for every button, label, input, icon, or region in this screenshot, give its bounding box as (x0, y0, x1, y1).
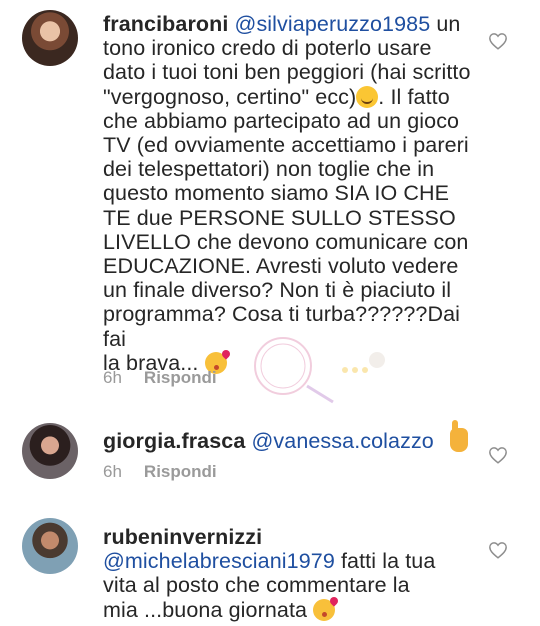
reply-button[interactable]: Rispondi (144, 368, 217, 387)
comment-text-line: TV (ed ovviamente accettiamo i pareri (103, 133, 469, 158)
heart-icon[interactable] (488, 32, 508, 50)
reply-button[interactable]: Rispondi (144, 462, 217, 481)
comment-timestamp: 6h (103, 462, 122, 481)
comment-text-line: EDUCAZIONE. Avresti voluto vedere (103, 254, 459, 279)
comment-item: rubeninvernizzi @michelabresciani1979 fa… (0, 515, 540, 626)
face-blowing-kiss-icon (313, 598, 336, 621)
pointing-up-icon (449, 420, 468, 452)
smiling-face-icon (356, 85, 379, 108)
comment-text-line: LIVELLO che devono comunicare con (103, 229, 469, 254)
heart-icon[interactable] (488, 541, 508, 559)
comment-mention[interactable]: @vanessa.colazzo (251, 429, 433, 453)
comment-meta: 6h Rispondi (103, 462, 217, 482)
avatar[interactable] (22, 10, 78, 66)
comment-meta: 6h Rispondi (103, 368, 217, 388)
comment-text-line: un (430, 12, 461, 36)
heart-icon[interactable] (488, 446, 508, 464)
comment-text-line: un finale diverso? Non ti è piaciuto il (103, 278, 452, 303)
comment-mention[interactable]: @silviaperuzzo1985 (235, 12, 431, 36)
comment-text-line: mia ...buona giornata (103, 597, 314, 622)
comment-text-line: "vergognoso, certino" ecc) (103, 84, 357, 109)
comment-username[interactable]: rubeninvernizzi (103, 525, 262, 549)
comment-text: francibaroni @silviaperuzzo1985 un tono … (103, 12, 478, 375)
comment-text: rubeninvernizzi @michelabresciani1979 fa… (103, 525, 478, 622)
comment-username[interactable]: francibaroni (103, 12, 228, 36)
comment-text-line: vita al posto che commentare la (103, 573, 410, 598)
comment-item: giorgia.frasca @vanessa.colazzo 6h Rispon… (0, 420, 540, 500)
comment-text-line: TE due PERSONE SULLO STESSO (103, 205, 456, 230)
comment-text: giorgia.frasca @vanessa.colazzo (103, 420, 503, 453)
comment-text-line: dato i tuoi toni ben peggiori (hai scrit… (103, 60, 471, 85)
comment-text-line: . Il fatto (378, 84, 450, 109)
comment-text-line: dei telespettatori) non toglie che in (103, 157, 435, 182)
comment-text-line: che abbiamo partecipato ad un gioco (103, 108, 460, 133)
comment-timestamp: 6h (103, 368, 122, 387)
comment-mention[interactable]: @michelabresciani1979 (103, 549, 335, 573)
comment-item: francibaroni @silviaperuzzo1985 un tono … (0, 0, 540, 404)
avatar[interactable] (22, 423, 78, 479)
watermark-logo (254, 337, 385, 404)
avatar[interactable] (22, 518, 78, 574)
comment-username[interactable]: giorgia.frasca (103, 429, 245, 453)
comment-text-line: tono ironico credo di poterlo usare (103, 36, 432, 61)
comment-text-line: questo momento siamo SIA IO CHE (103, 181, 450, 206)
comment-text-line: fatti la tua (334, 549, 436, 574)
